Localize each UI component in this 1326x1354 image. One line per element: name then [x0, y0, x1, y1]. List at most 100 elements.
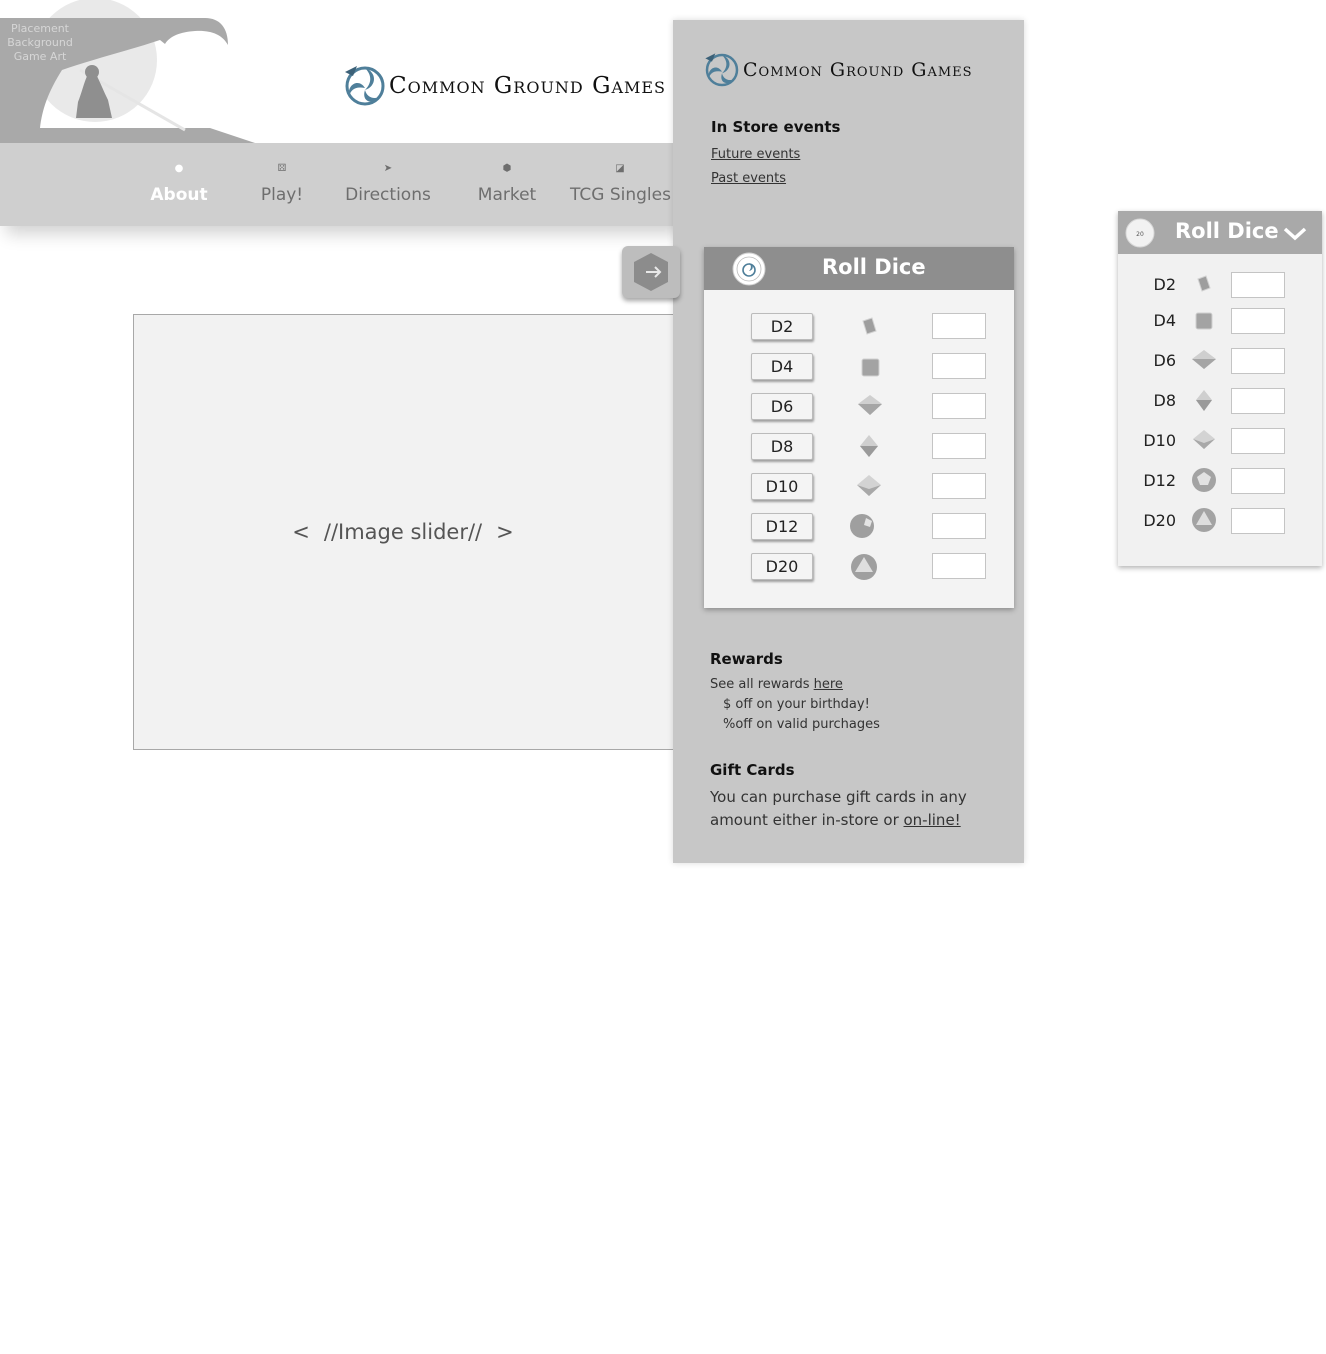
in-store-events-title: In Store events — [711, 118, 841, 136]
d4-die-icon — [861, 358, 880, 377]
widget-d12-label[interactable]: D12 — [1143, 471, 1176, 490]
dice-row-d8: D8 — [704, 433, 1014, 473]
slider-placeholder-text: //Image slider// — [323, 520, 483, 544]
roll-dice-widget-header[interactable]: 20 Roll Dice — [1118, 211, 1322, 254]
widget-d10-label[interactable]: D10 — [1143, 431, 1176, 450]
widget-row-d2: D2 — [1118, 272, 1322, 308]
image-slider: < //Image slider// > — [133, 314, 693, 750]
roll-d4-button[interactable]: D4 — [751, 353, 813, 380]
nav-label-play: Play! — [260, 185, 304, 205]
chevron-down-icon[interactable] — [1282, 225, 1308, 243]
roll-d10-button[interactable]: D10 — [751, 473, 813, 500]
rewards-birthday-text: $ off on your birthday! — [723, 697, 870, 712]
nav-item-directions[interactable]: ➤ Directions — [343, 161, 433, 205]
roll-d8-button[interactable]: D8 — [751, 433, 813, 460]
roll-d2-button[interactable]: D2 — [751, 313, 813, 340]
widget-d8-result-field[interactable] — [1231, 388, 1285, 414]
d8-result-field[interactable] — [932, 433, 986, 459]
widget-d2-label[interactable]: D2 — [1154, 275, 1177, 294]
slider-prev-button[interactable]: < — [292, 520, 310, 544]
d10-die-icon — [1193, 430, 1215, 449]
brand-name: Common Ground Games — [389, 73, 667, 99]
roll-dice-title: Roll Dice — [822, 255, 926, 279]
dice-row-d10: D10 — [704, 473, 1014, 513]
rewards-title: Rewards — [710, 650, 783, 668]
nav-item-play[interactable]: ⚄ Play! — [254, 161, 310, 205]
widget-d2-result-field[interactable] — [1231, 272, 1285, 298]
widget-d6-label[interactable]: D6 — [1154, 351, 1177, 370]
main-navigation: ● About ⚄ Play! ➤ Directions ⬢ Market ◪ … — [0, 143, 690, 226]
d8-die-icon — [860, 435, 878, 457]
widget-d4-result-field[interactable] — [1231, 308, 1285, 334]
nav-label-directions: Directions — [345, 185, 431, 205]
site-brand[interactable]: Common Ground Games — [343, 62, 666, 110]
d20-badge-icon: 20 — [1125, 218, 1155, 248]
location-arrow-icon: ➤ — [383, 163, 393, 174]
side-panel: Common Ground Games In Store events Futu… — [673, 20, 1024, 863]
widget-row-d8: D8 — [1118, 388, 1322, 424]
d6-die-icon — [858, 395, 882, 415]
nav-item-about[interactable]: ● About — [148, 161, 210, 205]
slider-next-button[interactable]: > — [496, 520, 514, 544]
play-arrow-icon — [634, 253, 668, 291]
dice-row-d20: D20 — [704, 553, 1014, 593]
past-events-link[interactable]: Past events — [711, 171, 786, 186]
background-art-placeholder-note: Placement Background Game Art — [7, 22, 73, 63]
gift-cards-online-link[interactable]: on-line! — [904, 811, 961, 829]
dice-icon: ⚄ — [277, 163, 287, 174]
d20-result-field[interactable] — [932, 553, 986, 579]
store-seal-icon — [732, 252, 766, 286]
d10-die-icon — [857, 475, 881, 496]
d12-result-field[interactable] — [932, 513, 986, 539]
d12-die-icon — [850, 514, 874, 538]
panel-brand[interactable]: Common Ground Games — [703, 50, 973, 90]
dice-row-d4: D4 — [704, 353, 1014, 393]
d6-die-icon — [1192, 350, 1216, 369]
d12-die-icon — [1192, 468, 1216, 492]
roll-d12-button[interactable]: D12 — [751, 513, 813, 540]
d10-result-field[interactable] — [932, 473, 986, 499]
rewards-intro: See all rewards here — [710, 675, 843, 695]
card-icon: ◪ — [615, 163, 625, 174]
roll-dice-widget: 20 Roll Dice D2 D4 D6 D8 D10 D12 D20 — [1118, 211, 1322, 566]
d20-badge-text: 20 — [1136, 231, 1144, 238]
d4-result-field[interactable] — [932, 353, 986, 379]
widget-d8-label[interactable]: D8 — [1154, 391, 1177, 410]
nav-label-about: About — [150, 185, 208, 205]
d6-result-field[interactable] — [932, 393, 986, 419]
d20-die-icon — [1192, 508, 1216, 532]
future-events-link[interactable]: Future events — [711, 147, 800, 162]
widget-row-d4: D4 — [1118, 308, 1322, 344]
d8-die-icon — [1196, 390, 1212, 411]
widget-d10-result-field[interactable] — [1231, 428, 1285, 454]
nav-item-tcg-singles[interactable]: ◪ TCG Singles — [570, 161, 671, 205]
nav-item-market[interactable]: ⬢ Market — [474, 161, 540, 205]
roll-dice-header: Roll Dice — [704, 247, 1014, 290]
dice-row-d12: D12 — [704, 513, 1014, 553]
roll-dice-card: Roll Dice D2 D4 D6 D8 D10 D12 D20 — [704, 247, 1014, 608]
triskelion-logo-icon — [705, 53, 739, 87]
widget-row-d10: D10 — [1118, 428, 1322, 464]
gift-cards-text: You can purchase gift cards in any amoun… — [710, 786, 980, 832]
panel-toggle-button[interactable] — [622, 246, 680, 298]
roll-d20-button[interactable]: D20 — [751, 553, 813, 580]
widget-d12-result-field[interactable] — [1231, 468, 1285, 494]
widget-d20-result-field[interactable] — [1231, 508, 1285, 534]
nav-label-tcg-singles: TCG Singles — [570, 185, 671, 205]
roll-dice-widget-title: Roll Dice — [1175, 219, 1279, 243]
widget-d6-result-field[interactable] — [1231, 348, 1285, 374]
roll-d6-button[interactable]: D6 — [751, 393, 813, 420]
dice-row-d2: D2 — [704, 313, 1014, 353]
widget-d20-label[interactable]: D20 — [1143, 511, 1176, 530]
dice-row-d6: D6 — [704, 393, 1014, 433]
panel-brand-name: Common Ground Games — [743, 59, 973, 81]
d4-die-icon — [1195, 312, 1213, 330]
rewards-purchase-text: %off on valid purchages — [723, 717, 880, 732]
widget-d4-label[interactable]: D4 — [1154, 311, 1177, 330]
soccer-ball-icon: ● — [174, 163, 184, 174]
rewards-here-link[interactable]: here — [814, 677, 843, 692]
widget-row-d6: D6 — [1118, 348, 1322, 384]
d2-result-field[interactable] — [932, 313, 986, 339]
cube-icon: ⬢ — [502, 163, 512, 174]
gift-cards-title: Gift Cards — [710, 761, 795, 779]
